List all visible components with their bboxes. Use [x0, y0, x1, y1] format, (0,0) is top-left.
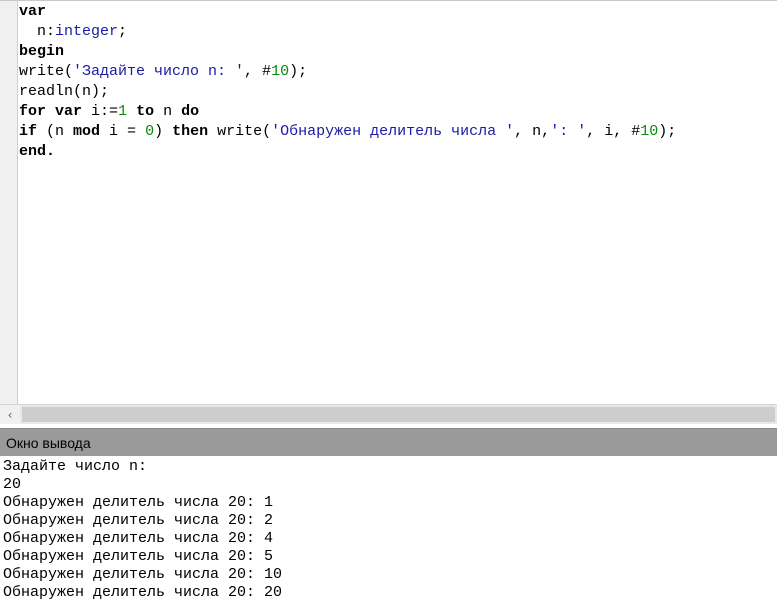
code-token: , #	[244, 63, 272, 80]
code-token: end.	[19, 143, 56, 160]
code-token: , n,	[514, 123, 551, 140]
code-token: then	[172, 123, 209, 140]
code-token: 10	[640, 123, 659, 140]
horizontal-scrollbar[interactable]: ‹	[0, 404, 777, 424]
code-token: n	[154, 103, 182, 120]
code-line[interactable]: n:integer;	[19, 22, 777, 42]
code-line[interactable]: var	[19, 2, 777, 22]
code-token: i:=	[82, 103, 119, 120]
output-line: 20	[3, 476, 22, 493]
code-token: begin	[19, 43, 65, 60]
code-token: readln(n);	[19, 83, 110, 100]
code-token: if	[19, 123, 38, 140]
code-token: 1	[118, 103, 128, 120]
code-area[interactable]: var n:integer; begin write('Задайте число …	[19, 2, 777, 162]
code-token: to	[136, 103, 155, 120]
code-token: write(	[208, 123, 272, 140]
editor-gutter	[0, 1, 18, 404]
code-token: 'Обнаружен делитель числа '	[271, 123, 515, 140]
scroll-left-icon[interactable]: ‹	[0, 405, 20, 424]
code-token: );	[289, 63, 308, 80]
output-panel-header: Окно вывода	[0, 428, 777, 456]
code-token: )	[154, 123, 173, 140]
code-token: 0	[145, 123, 155, 140]
output-line: Обнаружен делитель числа 20: 2	[3, 512, 274, 529]
code-line[interactable]: for var i:=1 to n do	[19, 102, 777, 122]
code-token: integer	[55, 23, 119, 40]
output-line: Обнаружен делитель числа 20: 20	[3, 584, 283, 601]
code-line[interactable]: if (n mod i = 0) then write('Обнаружен д…	[19, 122, 777, 142]
code-line[interactable]: begin	[19, 42, 777, 62]
code-token: do	[181, 103, 200, 120]
output-line: Задайте число n:	[3, 458, 148, 475]
code-line[interactable]: write('Задайте число n: ', #10);	[19, 62, 777, 82]
code-token: var	[19, 3, 47, 20]
code-editor[interactable]: var n:integer; begin write('Задайте число …	[0, 0, 777, 404]
code-token: write(	[19, 63, 74, 80]
output-window[interactable]: Задайте число n: 20 Обнаружен делитель чис…	[0, 456, 777, 614]
code-line[interactable]: end.	[19, 142, 777, 162]
code-line[interactable]: readln(n);	[19, 82, 777, 102]
scrollbar-thumb[interactable]	[22, 407, 775, 422]
code-token: mod	[73, 123, 101, 140]
code-token: ;	[118, 23, 128, 40]
code-token: for	[19, 103, 47, 120]
code-token: (n	[37, 123, 74, 140]
code-token: , i, #	[586, 123, 641, 140]
output-line: Обнаружен делитель числа 20: 1	[3, 494, 274, 511]
code-token: ': '	[550, 123, 587, 140]
code-token: 'Задайте число n: '	[73, 63, 245, 80]
code-token: );	[658, 123, 677, 140]
code-token: i =	[100, 123, 146, 140]
code-token: var	[55, 103, 83, 120]
output-line: Обнаружен делитель числа 20: 4	[3, 530, 274, 547]
code-token: 10	[271, 63, 290, 80]
output-line: Обнаружен делитель числа 20: 10	[3, 566, 283, 583]
output-panel-title: Окно вывода	[6, 434, 91, 451]
output-line: Обнаружен делитель числа 20: 5	[3, 548, 274, 565]
code-token: n:	[19, 23, 56, 40]
